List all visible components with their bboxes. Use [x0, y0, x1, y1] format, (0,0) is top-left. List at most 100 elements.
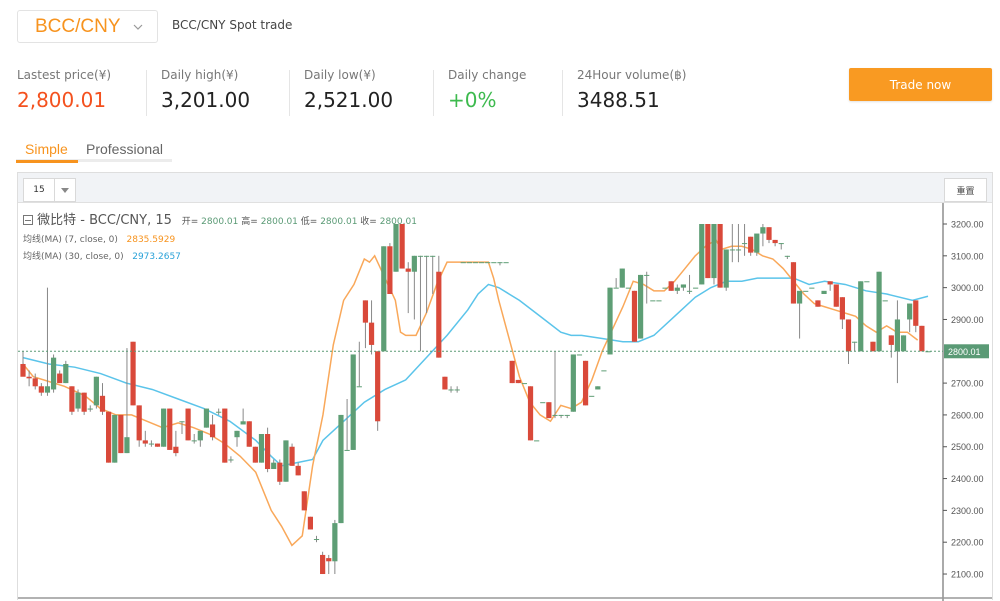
candle-up	[344, 449, 350, 451]
legend-high-key: 高=	[241, 217, 258, 227]
candle-down	[705, 224, 711, 279]
candle-up	[882, 300, 888, 302]
stat-daily-high: Daily high(¥) 3,201.00	[146, 68, 250, 116]
y-tick-label: 2300.00	[951, 506, 984, 516]
candle-up	[900, 335, 907, 352]
ma7-value: 2835.5929	[126, 235, 176, 245]
candle-down	[69, 386, 75, 412]
candle-up	[735, 249, 742, 251]
ma7-label: 均线(MA) (7, close, 0)	[23, 235, 118, 245]
chevron-down-icon	[133, 24, 143, 30]
caret-down-icon[interactable]	[55, 179, 75, 201]
candle-down	[527, 386, 534, 441]
candle-down	[301, 491, 307, 511]
collapse-icon[interactable]	[23, 215, 33, 225]
candle-up	[754, 233, 760, 253]
trade-now-button[interactable]: Trade now	[849, 68, 992, 101]
candle-up	[216, 411, 222, 413]
stat-daily-low: Daily low(¥) 2,521.00	[289, 68, 393, 116]
candle-up	[179, 421, 185, 423]
stat-24h-volume: 24Hour volume(฿) 3488.51	[562, 68, 686, 116]
last-price-label: 2800.01	[948, 347, 981, 357]
candle-up	[699, 224, 705, 285]
candle-up	[650, 300, 656, 302]
candle-up	[534, 440, 540, 442]
candle-down	[442, 376, 448, 390]
candle-up	[161, 408, 167, 447]
candle-up	[448, 389, 454, 391]
candle-down	[368, 322, 375, 345]
candle-up	[93, 376, 99, 406]
candle-down	[815, 300, 821, 307]
candle-up	[894, 319, 901, 352]
candle-up	[381, 246, 387, 352]
legend-high-value: 2800.01	[260, 217, 298, 227]
candle-down	[136, 405, 142, 441]
candle-up	[907, 303, 913, 320]
candle-up	[521, 383, 528, 385]
candle-up	[203, 408, 210, 428]
candle-up	[258, 434, 265, 463]
reset-button[interactable]: 重置	[944, 178, 987, 202]
candle-up	[625, 287, 631, 289]
candle-down	[845, 319, 852, 352]
stat-label: Daily low(¥)	[304, 68, 376, 82]
candle-up	[191, 440, 197, 442]
candle-up	[350, 354, 356, 450]
candle-up	[601, 370, 607, 372]
y-tick-label: 2500.00	[951, 442, 984, 452]
y-tick-label: 2700.00	[951, 379, 984, 389]
pair-select[interactable]: BCC/CNY	[17, 10, 158, 43]
candle-up	[784, 255, 790, 257]
candle-up	[44, 386, 51, 393]
interval-select[interactable]: 15	[23, 178, 76, 202]
stat-value: 2,800.01	[17, 88, 107, 112]
tab-professional[interactable]: Professional	[86, 141, 163, 157]
candle-up	[864, 281, 870, 283]
candlestick-chart[interactable]: 3200.00 3100.00 3000.00 2900.00 2700.00 2600.…	[18, 203, 992, 601]
candle-down	[99, 395, 106, 412]
y-tick-label: 2900.00	[951, 315, 984, 325]
candle-down	[57, 373, 63, 384]
candle-down	[32, 378, 38, 387]
candle-down	[509, 360, 515, 384]
candle-up	[607, 287, 613, 355]
candle-down	[631, 290, 638, 342]
candle-up	[332, 523, 338, 562]
y-tick-label: 2400.00	[951, 474, 984, 484]
candle-down	[326, 558, 332, 562]
candle-down	[154, 443, 161, 447]
candle-down	[515, 379, 521, 384]
candle-up	[711, 224, 717, 279]
candle-down	[118, 414, 124, 454]
candle-down	[106, 411, 112, 463]
candle-down	[167, 408, 173, 450]
candle-down	[209, 424, 216, 438]
legend-close-key: 收=	[360, 217, 377, 227]
tab-simple[interactable]: Simple	[25, 141, 68, 157]
legend-title: 微比特 - BCC/CNY, 15	[37, 213, 172, 228]
candle-up	[686, 290, 693, 292]
candle-up	[540, 402, 546, 404]
candle-up	[503, 262, 509, 264]
y-tick-label: 2600.00	[951, 410, 984, 420]
candle-up	[858, 281, 864, 352]
candle-up	[197, 430, 203, 441]
y-tick-label: 3200.00	[951, 220, 984, 230]
candle-up	[491, 262, 497, 264]
candle-up	[741, 243, 748, 245]
candle-down	[790, 262, 797, 304]
stat-latest-price: Lastest price(¥) 2,800.01	[17, 68, 111, 112]
candle-down	[264, 434, 271, 470]
candle-up	[466, 262, 472, 264]
candle-down	[26, 376, 32, 379]
candle-down	[748, 236, 754, 253]
active-tab-indicator	[16, 160, 78, 163]
candle-down	[295, 465, 301, 476]
candle-down	[38, 386, 44, 393]
candle-down	[362, 300, 369, 323]
candle-down	[320, 554, 326, 575]
view-tabs: Simple Professional	[16, 140, 172, 163]
candle-up	[558, 414, 564, 416]
candle-up	[454, 389, 460, 391]
